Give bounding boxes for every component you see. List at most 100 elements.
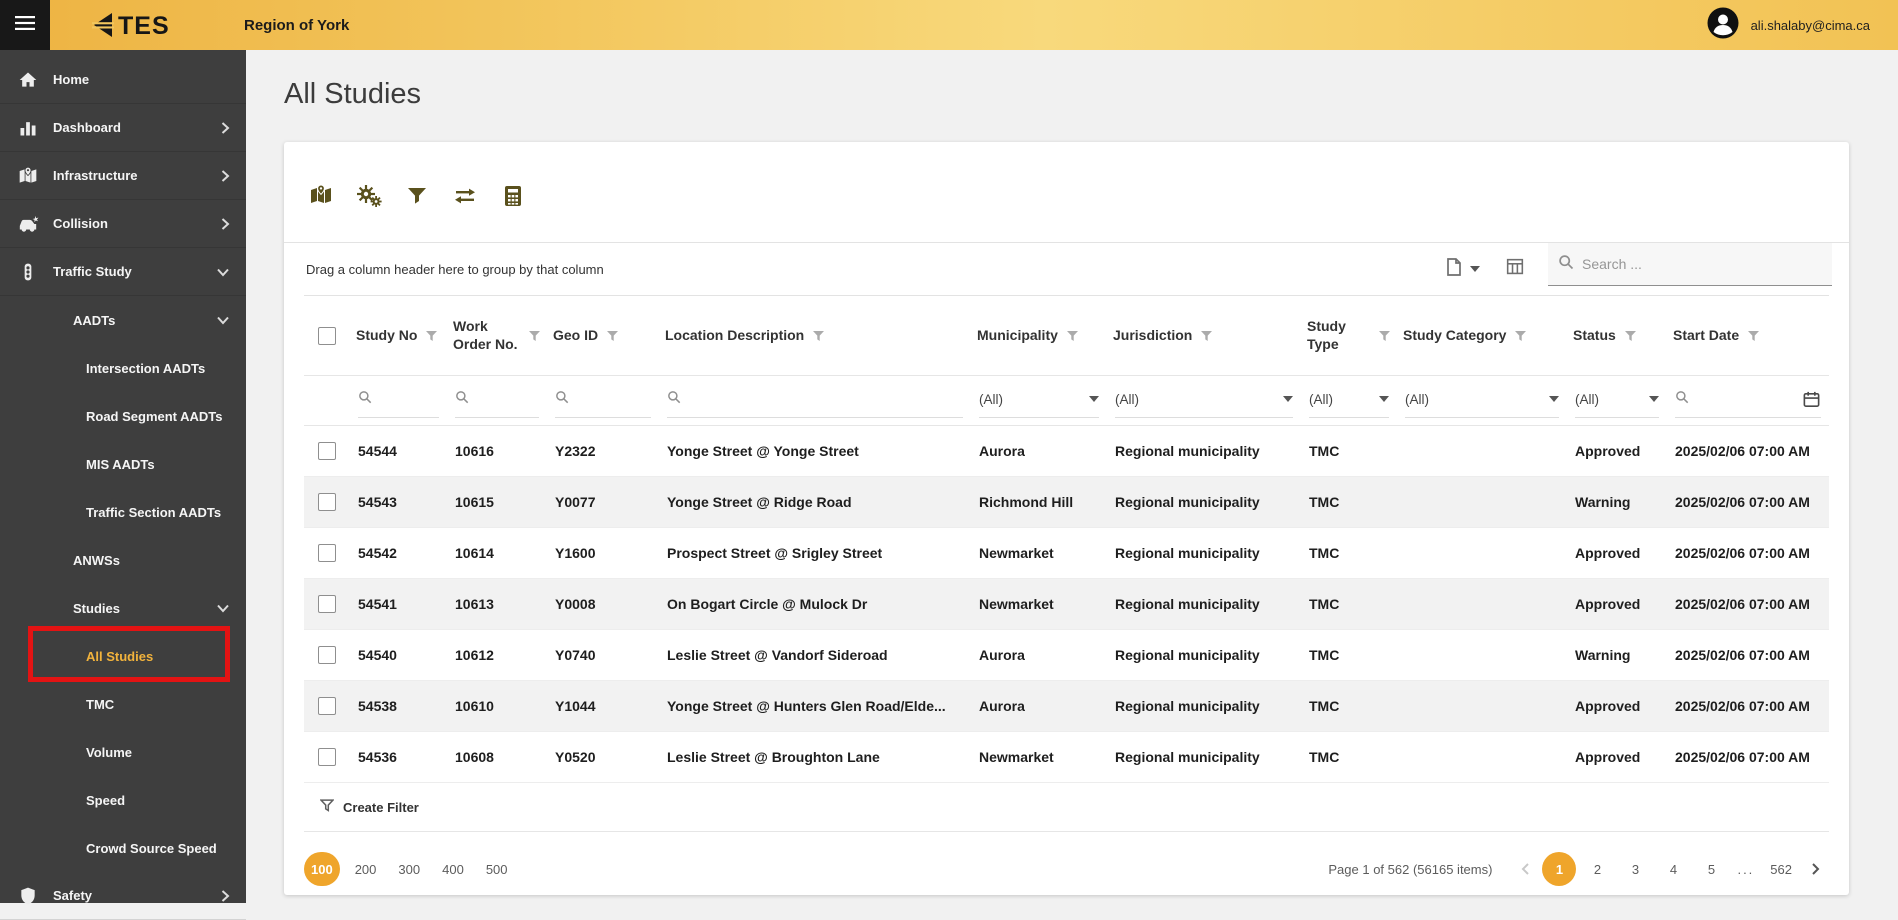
column-chooser-button[interactable]: [1500, 256, 1530, 283]
header-filter-icon[interactable]: [1624, 330, 1637, 342]
row-checkbox[interactable]: [318, 442, 336, 460]
header-filter-icon[interactable]: [1200, 330, 1213, 342]
column-header-jurisdiction[interactable]: Jurisdiction: [1107, 295, 1301, 376]
table-row[interactable]: 54538 10610 Y1044 Yonge Street @ Hunters Gl…: [304, 680, 1829, 732]
calculator-button[interactable]: [498, 183, 528, 213]
chevron-right-icon: [220, 889, 230, 903]
table-row[interactable]: 54540 10612 Y0740 Leslie Street @ Vandorf S…: [304, 629, 1829, 681]
row-select-cell: [304, 527, 350, 579]
row-select-cell: [304, 425, 350, 477]
filter-input-study-no[interactable]: [379, 391, 439, 407]
page-size-100[interactable]: 100: [304, 852, 340, 886]
page-size-300[interactable]: 300: [391, 852, 427, 886]
select-all-checkbox[interactable]: [318, 326, 336, 345]
hamburger-icon: [15, 15, 35, 36]
sidebar-item-crowd-source-speed[interactable]: Crowd Source Speed: [0, 824, 246, 872]
table-row[interactable]: 54542 10614 Y1600 Prospect Street @ Srigley…: [304, 527, 1829, 579]
sidebar-item-speed[interactable]: Speed: [0, 776, 246, 824]
sidebar-item-infrastructure[interactable]: Infrastructure: [0, 152, 246, 200]
row-checkbox[interactable]: [318, 493, 336, 511]
page-1[interactable]: 1: [1542, 852, 1577, 886]
page-size-400[interactable]: 400: [435, 852, 471, 886]
sidebar-item-home[interactable]: Home: [0, 56, 246, 104]
column-header-municipality[interactable]: Municipality: [971, 295, 1107, 376]
refresh-button[interactable]: [450, 183, 480, 213]
settings-button[interactable]: [354, 183, 384, 213]
sidebar-item-intersection-aadts[interactable]: Intersection AADTs: [0, 344, 246, 392]
next-page-button[interactable]: [1803, 862, 1829, 876]
page-size-200[interactable]: 200: [348, 852, 384, 886]
page-562[interactable]: 562: [1763, 852, 1799, 886]
filter-input-work-order-no[interactable]: [476, 391, 539, 407]
column-header-status[interactable]: Status: [1567, 295, 1667, 376]
filter-input-location-description[interactable]: [688, 391, 963, 407]
row-checkbox[interactable]: [318, 544, 336, 562]
dashboard-icon: [16, 118, 40, 138]
page-3[interactable]: 3: [1618, 852, 1652, 886]
column-header-geo-id[interactable]: Geo ID: [547, 295, 659, 376]
table-row[interactable]: 54541 10613 Y0008 On Bogart Circle @ Mulock…: [304, 578, 1829, 630]
column-header-location-description[interactable]: Location Description: [659, 295, 971, 376]
filter-select-municipality[interactable]: (All): [979, 384, 1099, 418]
column-header-work-order-no[interactable]: Work Order No.: [447, 295, 547, 376]
sidebar-item-anwss[interactable]: ANWSs: [0, 536, 246, 584]
table-row[interactable]: 54543 10615 Y0077 Yonge Street @ Ridge Road…: [304, 476, 1829, 528]
sidebar-item-tmc[interactable]: TMC: [0, 680, 246, 728]
calendar-icon[interactable]: [1802, 390, 1821, 409]
table-row[interactable]: 54536 10608 Y0520 Leslie Street @ Broughton…: [304, 731, 1829, 783]
column-header-study-no[interactable]: Study No: [350, 295, 447, 376]
filter-empty-cell: [304, 375, 350, 426]
row-checkbox[interactable]: [318, 595, 336, 613]
header-filter-icon[interactable]: [1066, 330, 1079, 342]
search-input[interactable]: [1582, 256, 1822, 272]
filter-select-study-category[interactable]: (All): [1405, 384, 1559, 418]
page-size-group: 100 200 300 400 500: [304, 852, 515, 886]
grid-toolbar: [284, 142, 1849, 242]
row-checkbox[interactable]: [318, 748, 336, 766]
filter-input-start-date[interactable]: [1696, 391, 1795, 407]
menu-button[interactable]: [0, 0, 50, 50]
sidebar-item-aadts[interactable]: AADTs: [0, 296, 246, 344]
create-filter-button[interactable]: Create Filter: [304, 783, 1829, 832]
prev-page-button[interactable]: [1512, 862, 1538, 876]
table-row[interactable]: 54544 10616 Y2322 Yonge Street @ Yonge Stre…: [304, 425, 1829, 477]
sidebar-item-all-studies[interactable]: All Studies: [0, 632, 246, 680]
sidebar-item-dashboard[interactable]: Dashboard: [0, 104, 246, 152]
sidebar-item-mis-aadts[interactable]: MIS AADTs: [0, 440, 246, 488]
cell-category: [1397, 731, 1567, 783]
header-filter-icon[interactable]: [812, 330, 825, 342]
header-filter-icon[interactable]: [425, 330, 438, 342]
header-filter-icon[interactable]: [606, 330, 619, 342]
header-filter-icon[interactable]: [1747, 330, 1760, 342]
page-4[interactable]: 4: [1656, 852, 1690, 886]
sidebar-item-collision[interactable]: Collision: [0, 200, 246, 248]
map-button[interactable]: [306, 183, 336, 213]
sidebar-item-volume[interactable]: Volume: [0, 728, 246, 776]
sidebar-item-safety[interactable]: Safety: [0, 872, 246, 920]
header-row: Study No Work Order No. Geo ID Location …: [304, 295, 1829, 376]
sidebar-item-road-segment-aadts[interactable]: Road Segment AADTs: [0, 392, 246, 440]
sidebar-item-traffic-study[interactable]: Traffic Study: [0, 248, 246, 296]
export-button[interactable]: [1439, 256, 1484, 283]
sidebar-item-traffic-section-aadts[interactable]: Traffic Section AADTs: [0, 488, 246, 536]
filter-select-study-type[interactable]: (All): [1309, 384, 1389, 418]
page-2[interactable]: 2: [1580, 852, 1614, 886]
sidebar-item-studies[interactable]: Studies: [0, 584, 246, 632]
user-email[interactable]: ali.shalaby@cima.ca: [1751, 18, 1870, 33]
column-header-study-type[interactable]: Study Type: [1301, 295, 1397, 376]
filter-select-jurisdiction[interactable]: (All): [1115, 384, 1293, 418]
user-avatar[interactable]: [1706, 6, 1740, 45]
column-header-start-date[interactable]: Start Date: [1667, 295, 1829, 376]
page-5[interactable]: 5: [1694, 852, 1728, 886]
column-header-study-category[interactable]: Study Category: [1397, 295, 1567, 376]
filter-input-geo-id[interactable]: [576, 391, 651, 407]
page-size-500[interactable]: 500: [479, 852, 515, 886]
filter-button[interactable]: [402, 183, 432, 213]
row-checkbox[interactable]: [318, 646, 336, 664]
header-filter-icon[interactable]: [1514, 330, 1527, 342]
header-filter-icon[interactable]: [1378, 330, 1391, 342]
filter-select-status[interactable]: (All): [1575, 384, 1659, 418]
row-checkbox[interactable]: [318, 697, 336, 715]
header-filter-icon[interactable]: [528, 330, 541, 342]
dropdown-arrow-icon: [1379, 396, 1389, 402]
